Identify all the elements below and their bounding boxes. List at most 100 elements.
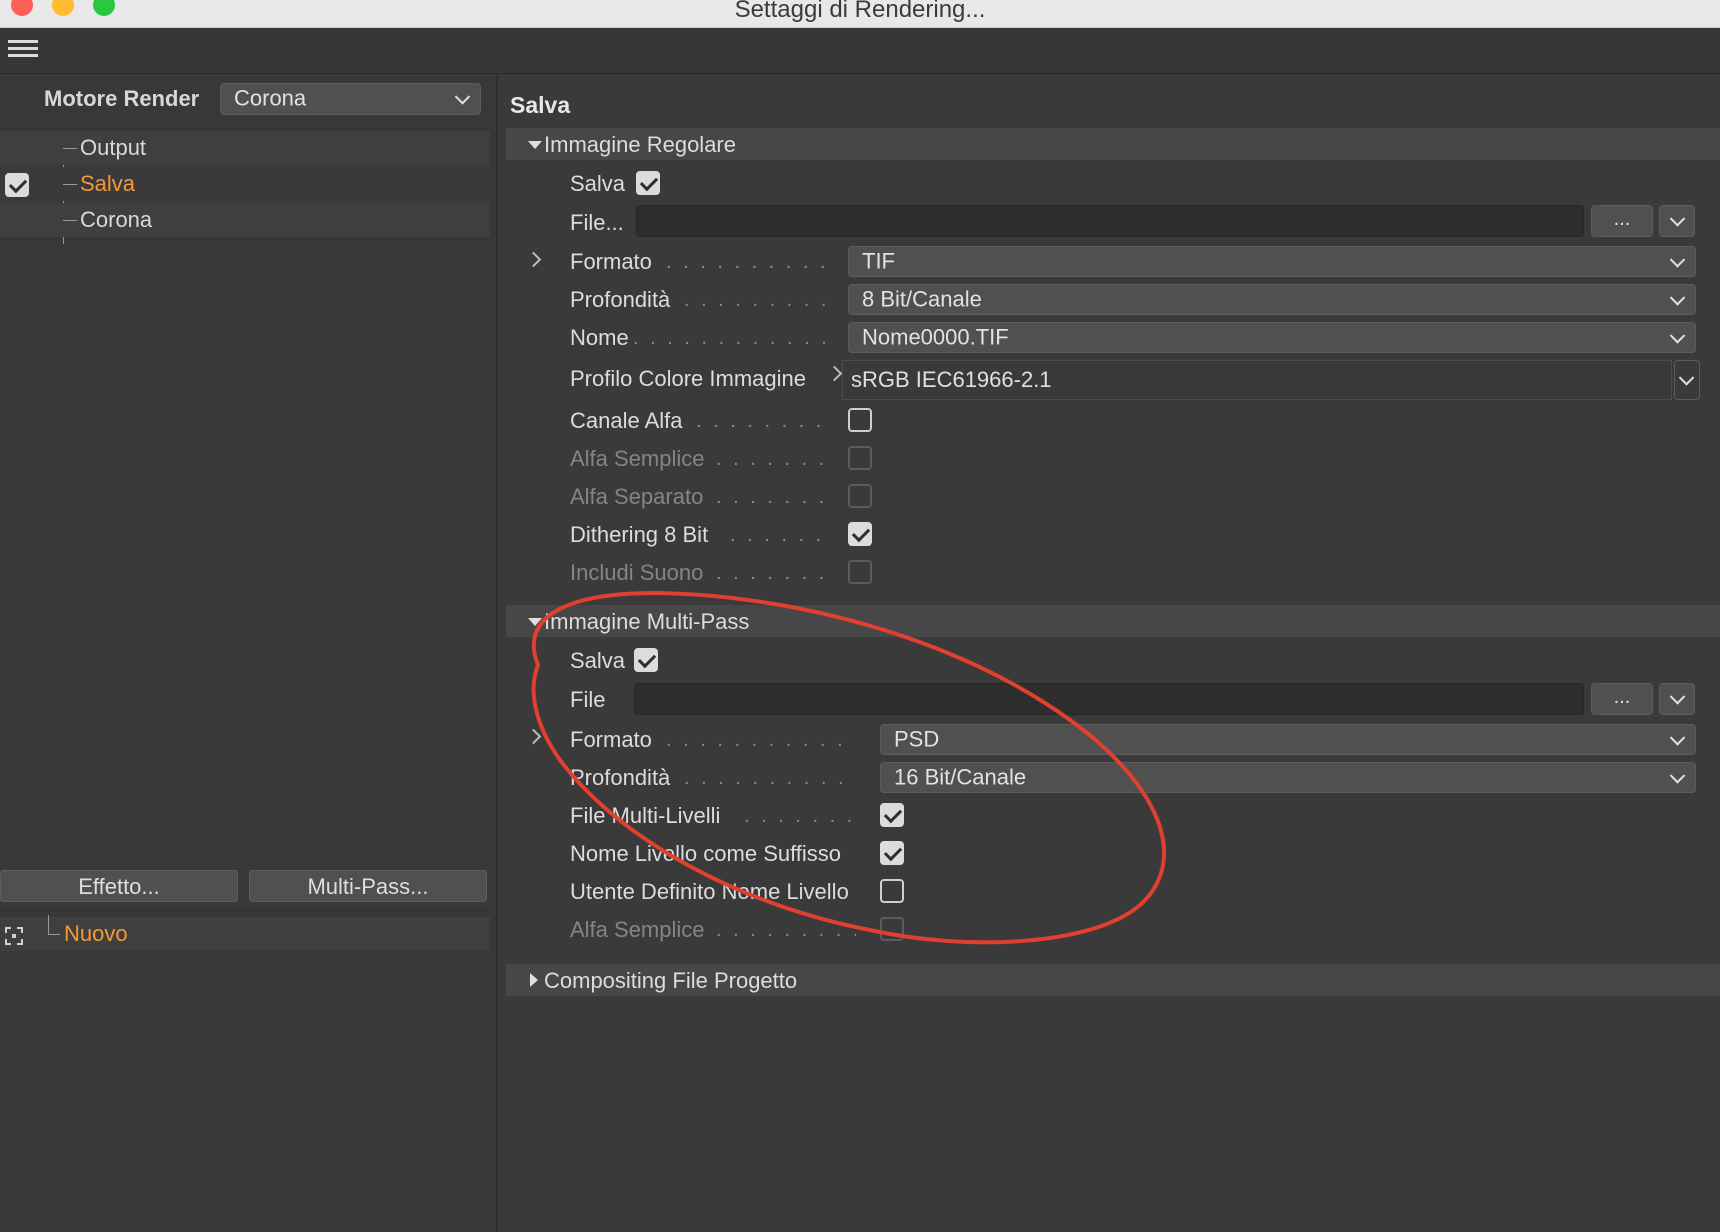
tree-branch [63,220,77,221]
layer-name-suffix-label: Nome Livello come Suffisso [570,841,842,866]
straight-alpha-checkbox[interactable] [848,446,872,470]
toolbar [0,28,1720,74]
regular-file-history-button[interactable] [1659,205,1695,237]
section-title: Salva [510,92,571,118]
include-sound-checkbox[interactable] [848,560,872,584]
chevron-down-icon [1669,767,1686,784]
tree-item-label: Output [80,135,147,160]
separate-alpha-label: Alfa Separato [570,484,704,509]
tree-item-corona[interactable]: Corona [0,203,490,237]
label-leader: . . . . . . . . . . . . . [666,251,826,273]
regular-file-browse-button[interactable]: ... [1591,205,1653,237]
tree-item-label: Corona [80,207,153,232]
dropdown-value: 16 Bit/Canale [894,763,1027,789]
divider [0,910,490,911]
label-leader: . . . . . . . . . [716,486,826,508]
regular-file-input[interactable] [636,205,1584,237]
tree-item-save[interactable]: Salva [0,167,490,201]
color-profile-dropdown-button[interactable] [1674,360,1700,400]
tree-connector [48,915,49,934]
user-layer-name-checkbox[interactable] [880,879,904,903]
regular-image-group-header[interactable]: Immagine Regolare [506,128,1720,160]
multipass-save-label: Salva [570,648,626,673]
multipass-depth-label: Profondità [570,765,671,790]
label-leader: . . . . . . . . . [716,448,826,470]
color-profile-field[interactable]: sRGB IEC61966-2.1 [842,360,1672,400]
multipass-format-dropdown[interactable]: PSD [880,724,1696,755]
multipass-file-input[interactable] [634,683,1584,715]
layer-name-suffix-checkbox[interactable] [880,841,904,865]
tree-item-output[interactable]: Output [0,131,490,165]
multilayer-file-checkbox[interactable] [880,803,904,827]
render-engine-label: Motore Render [44,86,200,111]
label-leader: . . . . . . . . . [744,805,856,827]
label-leader: . . . . . . . . . . [696,410,826,432]
chevron-down-icon [1669,251,1686,268]
save-enabled-checkbox[interactable] [5,173,29,197]
tree-item-label: Salva [80,171,136,196]
expand-triangle-icon [530,973,538,987]
label-leader: . . . . . . . . . . . [716,919,856,941]
label-leader: . . . . . . . . . . . . [684,289,826,311]
regular-name-dropdown[interactable]: Nome0000.TIF [848,322,1696,353]
regular-save-checkbox[interactable] [636,171,660,195]
color-profile-value: sRGB IEC61966-2.1 [851,367,1052,392]
group-header-label: Immagine Multi-Pass [544,609,750,634]
new-item-label: Nuovo [64,921,128,946]
tree-branch [48,934,60,935]
separate-alpha-checkbox[interactable] [848,484,872,508]
label-leader: . . . . . . . . . . . . . . . [666,729,856,751]
multipass-format-label: Formato [570,727,652,752]
multipass-item-new[interactable]: Nuovo [0,915,490,951]
dithering-checkbox[interactable] [848,522,872,546]
group-header-label: Immagine Regolare [544,132,736,157]
multipass-button[interactable]: Multi-Pass... [249,870,487,902]
multipass-file-label: File [570,687,606,712]
render-engine-dropdown[interactable]: Corona [220,83,481,115]
format-expand-icon[interactable] [525,251,542,268]
chevron-down-icon [1678,370,1695,386]
title-bar: Settaggi di Rendering... [0,0,1720,28]
multipass-straight-alpha-checkbox[interactable] [880,917,904,941]
compositing-group-header[interactable]: Compositing File Progetto [506,964,1720,996]
color-profile-label: Profilo Colore Immagine [570,366,806,391]
chevron-down-icon [1669,729,1686,746]
alpha-channel-checkbox[interactable] [848,408,872,432]
tree-branch [63,148,77,149]
multipass-save-checkbox[interactable] [634,648,658,672]
multipass-image-group-header[interactable]: Immagine Multi-Pass [506,605,1720,637]
dithering-label: Dithering 8 Bit [570,522,709,547]
collapse-triangle-icon [528,618,542,626]
regular-file-label: File... [570,210,624,235]
dropdown-value: Nome0000.TIF [862,323,1009,349]
effect-button[interactable]: Effetto... [0,870,238,902]
dropdown-value: PSD [894,725,940,751]
multipass-icon [5,927,23,945]
color-profile-expand-icon[interactable] [826,365,843,382]
multipass-depth-dropdown[interactable]: 16 Bit/Canale [880,762,1696,793]
regular-format-dropdown[interactable]: TIF [848,246,1696,277]
menu-icon[interactable] [8,40,38,60]
right-panel: Salva Immagine Regolare Salva File... ..… [498,74,1720,1232]
user-layer-name-label: Utente Definito Nome Livello [570,879,849,904]
chevron-down-icon [1669,289,1686,306]
straight-alpha-label: Alfa Semplice [570,446,705,471]
render-engine-value: Corona [234,85,307,111]
include-sound-label: Includi Suono [570,560,704,585]
regular-name-label: Nome [570,325,629,350]
label-leader: . . . . . . . . . [716,562,826,584]
multipass-file-history-button[interactable] [1659,683,1695,715]
chevron-down-icon [1669,689,1686,705]
format-expand-icon[interactable] [525,728,542,745]
dropdown-value: 8 Bit/Canale [862,285,982,311]
regular-format-label: Formato [570,249,652,274]
label-leader: . . . . . . . . . . . . . . [684,767,856,789]
regular-depth-dropdown[interactable]: 8 Bit/Canale [848,284,1696,315]
chevron-down-icon [1669,327,1686,344]
multipass-file-browse-button[interactable]: ... [1591,683,1653,715]
group-header-label: Compositing File Progetto [544,968,798,993]
regular-save-label: Salva [570,171,626,196]
chevron-down-icon [1669,211,1686,227]
collapse-triangle-icon [528,141,542,149]
left-panel: Motore Render Corona Output Salva Corona… [0,74,498,1232]
